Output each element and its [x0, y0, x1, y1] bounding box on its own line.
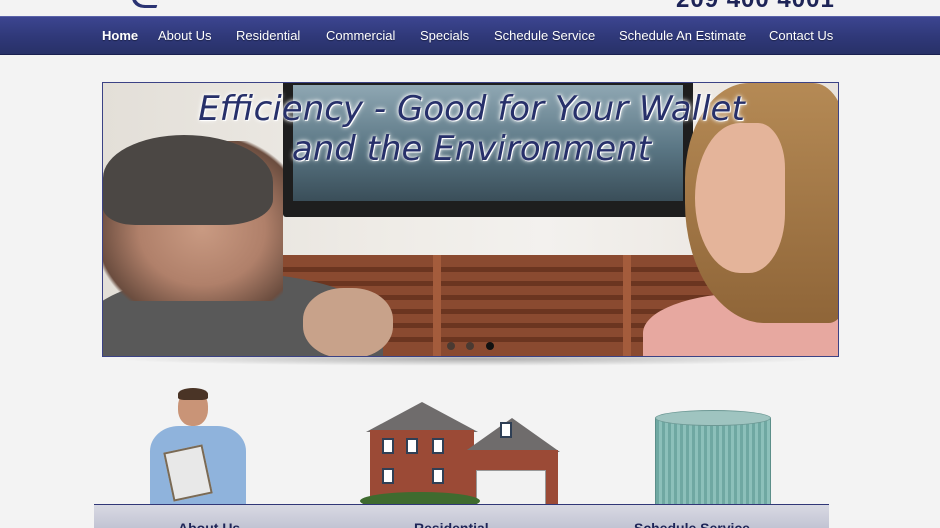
main-nav: Home About Us Residential Commercial Spe…	[0, 16, 940, 55]
phone-number[interactable]: 209 400 4001	[676, 0, 835, 14]
nav-about-us[interactable]: About Us	[158, 28, 211, 43]
nav-contact-us[interactable]: Contact Us	[769, 28, 833, 43]
hero-slider[interactable]: Efficiency - Good for Your Wallet and th…	[102, 82, 839, 357]
nav-schedule-estimate[interactable]: Schedule An Estimate	[619, 28, 746, 43]
slider-dot-1[interactable]	[447, 342, 455, 350]
technician-image[interactable]	[140, 388, 258, 510]
cabinet-divider	[623, 255, 631, 356]
hero-title-line2: and the Environment	[291, 129, 652, 169]
hero-title-line1: Efficiency - Good for Your Wallet	[198, 89, 745, 129]
feature-schedule-service-label[interactable]: Schedule Service	[634, 520, 750, 528]
header: 209 400 4001	[0, 0, 940, 16]
nav-commercial[interactable]: Commercial	[326, 28, 395, 43]
logo[interactable]	[126, 0, 164, 8]
nav-residential[interactable]: Residential	[236, 28, 300, 43]
slider-dots	[447, 337, 501, 355]
house-image[interactable]	[360, 388, 560, 510]
ac-unit-image[interactable]	[655, 410, 771, 510]
feature-residential-label[interactable]: Residential	[414, 520, 489, 528]
slider-dot-3[interactable]	[485, 342, 494, 350]
cabinet-divider	[433, 255, 441, 356]
slider-dot-2[interactable]	[466, 342, 475, 350]
page: 209 400 4001 Home About Us Residential C…	[0, 0, 940, 528]
nav-specials[interactable]: Specials	[420, 28, 469, 43]
hero-title: Efficiency - Good for Your Wallet and th…	[103, 89, 838, 169]
nav-schedule-service[interactable]: Schedule Service	[494, 28, 595, 43]
feature-about-us-label[interactable]: About Us	[178, 520, 240, 528]
nav-home[interactable]: Home	[102, 28, 138, 43]
man-hand-image	[303, 288, 393, 356]
